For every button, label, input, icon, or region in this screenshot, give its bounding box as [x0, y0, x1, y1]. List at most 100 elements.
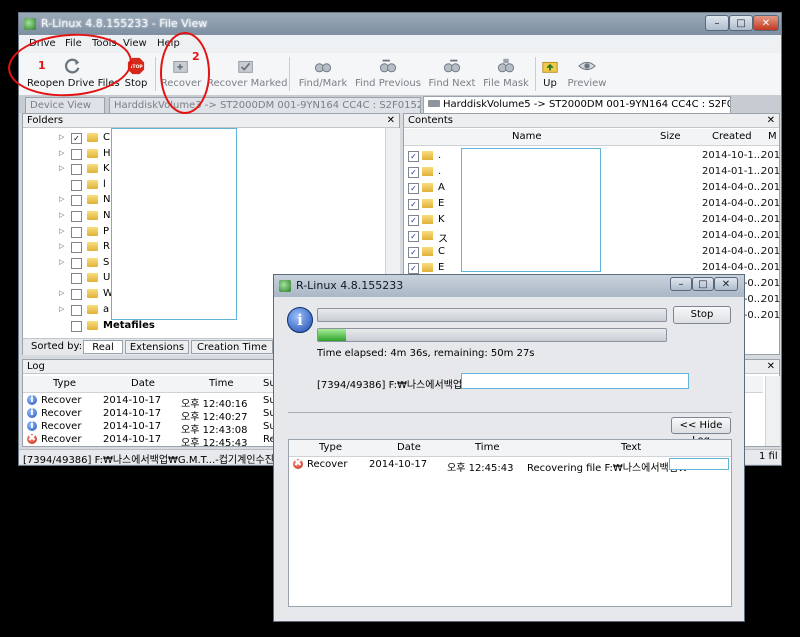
checkbox[interactable]: ✓ [408, 183, 419, 194]
column-date[interactable]: Date [131, 378, 155, 389]
log-type: Recover [41, 421, 82, 432]
column-type[interactable]: Type [319, 442, 342, 453]
checkbox[interactable]: ✓ [71, 133, 82, 144]
folder-icon [87, 304, 98, 314]
find-next-button[interactable]: Find Next [425, 53, 479, 95]
column-size[interactable]: Size [660, 131, 681, 142]
column-time[interactable]: Time [209, 378, 233, 389]
expand-arrow-icon[interactable]: ▷ [59, 149, 64, 157]
checkbox[interactable]: ✓ [408, 215, 419, 226]
close-button[interactable]: ✕ [714, 277, 738, 291]
maximize-button[interactable]: □ [729, 15, 753, 31]
checkbox[interactable] [71, 304, 82, 316]
log-date: 2014-10-17 [103, 408, 162, 419]
find-mark-button[interactable]: Find/Mark [295, 53, 351, 95]
expand-arrow-icon[interactable]: ▷ [59, 195, 64, 203]
minimize-button[interactable]: – [670, 277, 692, 291]
checkbox[interactable] [71, 273, 82, 285]
dialog-log-list: ✖ Recover 2014-10-17 오후 12:45:43 Recovering … [291, 458, 729, 598]
sort-real-button[interactable]: Real [83, 340, 123, 354]
log-date: 2014-10-17 [369, 459, 428, 470]
column-time[interactable]: Time [475, 442, 499, 453]
expand-arrow-icon[interactable]: ▷ [59, 211, 64, 219]
find-previous-button[interactable]: Find Previous [353, 53, 423, 95]
file-mask-button[interactable]: File Mask [481, 53, 531, 95]
redacted-region [461, 148, 601, 272]
tab-harddiskvolume3[interactable]: HarddiskVolume3 -> ST2000DM 001-9YN164 C… [109, 97, 421, 113]
tree-item-label: N [103, 210, 111, 221]
folder-icon [422, 199, 433, 208]
expand-arrow-icon[interactable]: ▷ [59, 242, 64, 250]
file-name: . [438, 150, 442, 161]
menu-view[interactable]: View [123, 38, 147, 49]
folder-icon [87, 242, 98, 252]
close-icon[interactable]: ✕ [767, 360, 775, 373]
folder-icon [87, 289, 98, 298]
close-icon[interactable]: ✕ [387, 114, 395, 127]
file-modified: 201 [761, 182, 781, 193]
column-created[interactable]: Created [712, 131, 752, 142]
close-button[interactable]: ✕ [753, 15, 779, 31]
checkbox[interactable] [71, 257, 82, 269]
expand-arrow-icon[interactable]: ▷ [59, 258, 64, 266]
expand-arrow-icon[interactable]: ▷ [59, 164, 64, 172]
divider [288, 412, 732, 413]
title-bar: R-Linux 4.8.155233 - File View – □ ✕ [19, 13, 781, 35]
checkbox[interactable]: ✓ [408, 199, 419, 210]
expand-arrow-icon[interactable]: ▷ [59, 227, 64, 235]
hide-log-button[interactable]: << Hide Log [671, 417, 731, 446]
checkbox[interactable] [71, 242, 82, 254]
checkbox[interactable] [71, 179, 82, 191]
folder-icon [87, 273, 98, 283]
checkbox[interactable]: ✓ [408, 263, 419, 274]
current-file-text: [7394/49386] F:₩나스에서백업₩ [317, 380, 472, 391]
expand-arrow-icon[interactable]: ▷ [59, 305, 64, 313]
file-name: C [438, 246, 445, 257]
checkbox[interactable] [71, 164, 82, 176]
log-type: Recover [307, 459, 348, 470]
tab-device-view[interactable]: Device View [25, 97, 105, 113]
log-scrollbar[interactable] [765, 376, 780, 446]
checkbox[interactable]: ✓ [408, 151, 419, 162]
close-icon[interactable]: ✕ [767, 114, 775, 127]
log-row[interactable]: ✖ Recover 2014-10-17 오후 12:45:43 Recovering … [291, 458, 729, 474]
minimize-button[interactable]: – [705, 15, 729, 31]
annotation-number: 2 [192, 50, 200, 63]
file-modified: 201 [761, 150, 781, 161]
tab-harddiskvolume5[interactable]: HarddiskVolume5 -> ST2000DM 001-9YN164 C… [423, 96, 731, 113]
recover-marked-button[interactable]: Recover Marked [207, 53, 287, 95]
column-type[interactable]: Type [53, 378, 76, 389]
up-button[interactable]: Up [539, 53, 561, 95]
stop-button[interactable]: Stop [673, 306, 731, 324]
maximize-button[interactable]: □ [692, 277, 714, 291]
checkbox[interactable] [71, 148, 82, 160]
checkbox[interactable] [71, 226, 82, 238]
folder-icon [87, 226, 98, 236]
log-type: Recover [41, 408, 82, 419]
checkbox[interactable]: ✓ [408, 231, 419, 242]
info-icon: i [27, 421, 37, 431]
checkbox[interactable] [71, 195, 82, 207]
sort-extensions-button[interactable]: Extensions [125, 340, 189, 354]
annotation-number: 1 [38, 59, 46, 72]
expand-arrow-icon[interactable]: ▷ [59, 289, 64, 297]
checkbox[interactable] [71, 211, 82, 222]
folder-icon [87, 195, 98, 205]
file-mask-icon [497, 58, 515, 73]
log-text: Recovering file F:₩나스에서백업₩ [527, 463, 688, 474]
checkbox[interactable]: ✓ [408, 167, 419, 178]
column-m[interactable]: M [768, 131, 777, 142]
checkbox[interactable] [71, 321, 82, 332]
preview-button[interactable]: Preview [567, 53, 607, 95]
column-name[interactable]: Name [512, 131, 542, 142]
checkbox[interactable]: ✓ [408, 247, 419, 258]
column-text[interactable]: Text [621, 442, 641, 453]
log-date: 2014-10-17 [103, 395, 162, 406]
column-date[interactable]: Date [397, 442, 421, 453]
file-name: E [438, 262, 445, 273]
sort-creation-time-button[interactable]: Creation Time [191, 340, 273, 354]
expand-arrow-icon[interactable]: ▷ [59, 133, 64, 141]
checkbox[interactable] [71, 289, 82, 300]
tree-item-label: K [103, 163, 110, 175]
redacted-region [111, 128, 237, 320]
